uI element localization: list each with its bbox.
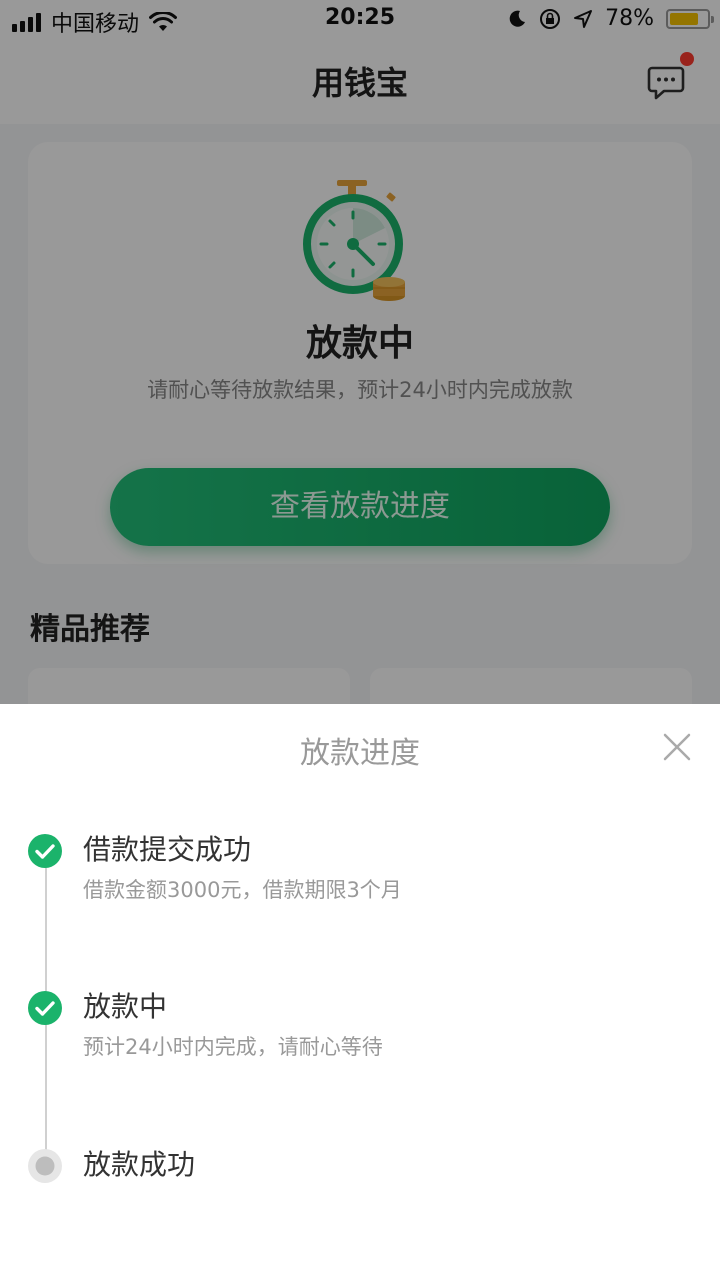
view-progress-button[interactable]: 查看放款进度 <box>110 468 610 546</box>
close-icon[interactable] <box>662 732 692 762</box>
pending-circle-icon <box>28 1149 62 1183</box>
loan-status-description: 请耐心等待放款结果，预计24小时内完成放款 <box>147 378 573 402</box>
step-label: 放款中 <box>83 990 168 1023</box>
battery-percentage: 78% <box>605 6 654 31</box>
step-label: 放款成功 <box>83 1148 196 1181</box>
step-label: 借款提交成功 <box>83 833 252 866</box>
recommend-card[interactable] <box>370 668 692 704</box>
page-title: 用钱宝 <box>311 64 408 102</box>
rotation-lock-icon <box>540 8 561 29</box>
recommend-section-title: 精品推荐 <box>30 612 150 647</box>
stopwatch-icon <box>303 180 405 301</box>
status-bar: 中国移动 20:25 78% <box>0 0 720 40</box>
loan-status-card: 放款中 请耐心等待放款结果，预计24小时内完成放款 查看放款进度 <box>28 142 692 564</box>
location-arrow-icon <box>574 9 593 28</box>
chat-bubble-icon[interactable] <box>646 62 686 102</box>
battery-icon <box>666 8 714 29</box>
check-circle-icon <box>28 991 62 1025</box>
notification-dot <box>680 52 694 66</box>
sheet-title: 放款进度 <box>300 736 420 771</box>
check-circle-icon <box>28 834 62 868</box>
step-detail: 预计24小时内完成，请耐心等待 <box>83 1035 383 1059</box>
page-content: 放款中 请耐心等待放款结果，预计24小时内完成放款 查看放款进度 精品推荐 <box>0 124 720 704</box>
recommend-card[interactable] <box>28 668 350 704</box>
step-detail: 借款金额3000元，借款期限3个月 <box>83 878 402 902</box>
progress-sheet: 放款进度 借款提交成功 借款金额3000元，借款期限3个月 放款中 预计24小时… <box>0 704 720 1280</box>
moon-icon <box>509 10 526 27</box>
loan-status-title: 放款中 <box>305 323 414 364</box>
nav-bar: 用钱宝 <box>0 40 720 124</box>
